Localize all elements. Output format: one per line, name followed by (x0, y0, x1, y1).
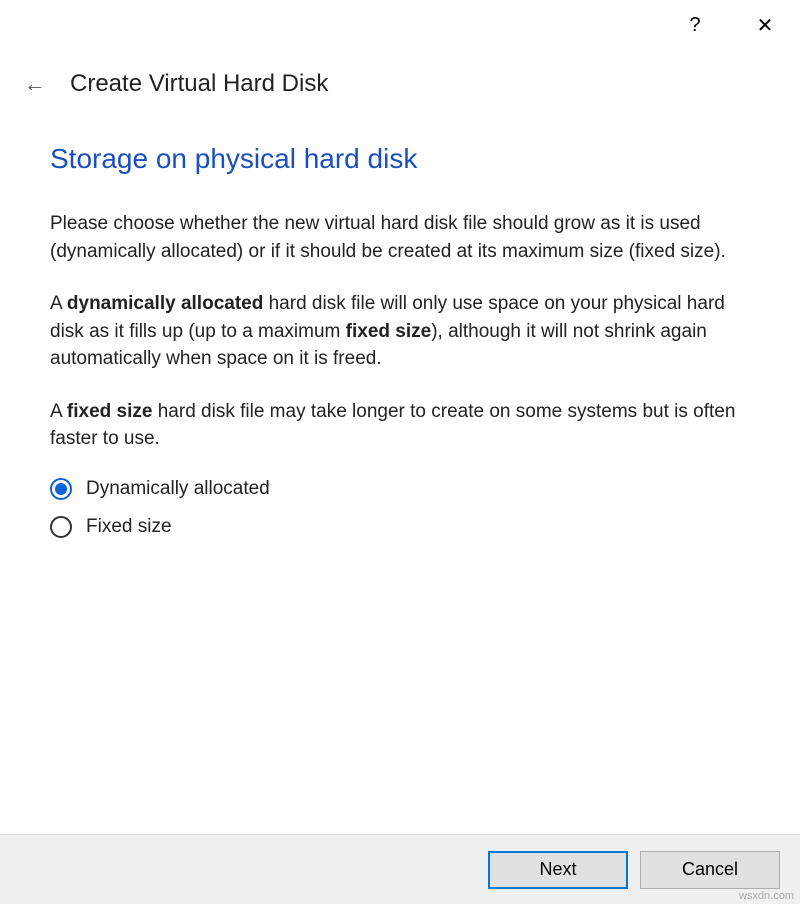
text: A (50, 293, 67, 314)
radio-label: Dynamically allocated (86, 478, 270, 500)
wizard-header: ← Create Virtual Hard Disk (0, 50, 800, 108)
wizard-content: Storage on physical hard disk Please cho… (0, 108, 800, 538)
watermark: wsxdn.com (739, 890, 794, 902)
help-icon[interactable]: ? (675, 14, 715, 37)
radio-dynamically-allocated[interactable]: Dynamically allocated (50, 478, 750, 500)
bold-dynamic: dynamically allocated (67, 293, 263, 314)
wizard-footer: Next Cancel (0, 834, 800, 904)
next-button[interactable]: Next (488, 851, 628, 889)
wizard-title: Create Virtual Hard Disk (70, 70, 328, 98)
bold-fixed-size: fixed size (346, 321, 432, 342)
radio-fixed-size[interactable]: Fixed size (50, 516, 750, 538)
intro-paragraph: Please choose whether the new virtual ha… (50, 210, 750, 265)
back-arrow-icon[interactable]: ← (20, 71, 50, 97)
cancel-button[interactable]: Cancel (640, 851, 780, 889)
storage-type-radio-group: Dynamically allocated Fixed size (50, 478, 750, 538)
text: A (50, 401, 67, 422)
radio-label: Fixed size (86, 516, 172, 538)
radio-icon (50, 516, 72, 538)
text: hard disk file may take longer to create… (50, 401, 735, 450)
close-icon[interactable]: ✕ (745, 13, 785, 38)
radio-dot-icon (55, 483, 67, 495)
page-heading: Storage on physical hard disk (50, 143, 750, 175)
radio-icon (50, 478, 72, 500)
dynamic-paragraph: A dynamically allocated hard disk file w… (50, 290, 750, 373)
fixed-paragraph: A fixed size hard disk file may take lon… (50, 398, 750, 453)
titlebar: ? ✕ (0, 0, 800, 50)
bold-fixed: fixed size (67, 401, 153, 422)
